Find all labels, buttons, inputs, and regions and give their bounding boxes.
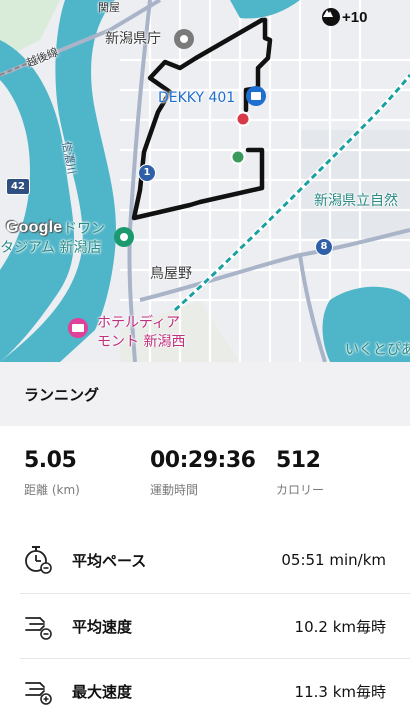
stat-distance-label: 距離 (km)	[24, 483, 80, 497]
map-label-hotel-1: ホテルディア	[97, 315, 181, 331]
map-label-art-museum: 新潟県立自然	[314, 193, 398, 209]
map-label-ikutopia: いくとぴあ	[345, 342, 410, 358]
stopwatch-icon	[22, 544, 54, 576]
summit-badge-value: +10	[342, 8, 368, 26]
google-logo: Google	[6, 219, 63, 236]
map-label-dekky: DEKKY 401	[158, 90, 236, 106]
stat-duration-value: 00:29:36	[150, 448, 256, 473]
stat-duration: 00:29:36 運動時間	[150, 448, 256, 498]
stat-calories-label: カロリー	[276, 483, 325, 497]
summit-badge[interactable]: +10	[322, 8, 367, 26]
metric-row-avg-speed: 平均速度 10.2 km毎時	[0, 594, 410, 658]
summary-stats: 5.05 距離 (km) 00:29:36 運動時間 512 カロリー	[0, 448, 410, 518]
map-label-hotel-2: モント 新潟西	[97, 334, 186, 350]
metric-value-avg-speed: 10.2 km毎時	[294, 617, 386, 636]
stat-calories-value: 512	[276, 448, 321, 473]
metric-label-avg-speed: 平均速度	[72, 617, 133, 636]
speed-max-icon	[22, 675, 54, 707]
metric-label-avg-pace: 平均ペース	[72, 551, 147, 570]
stat-distance-value: 5.05	[24, 448, 77, 473]
summit-icon	[322, 8, 340, 26]
map-label-prefectural-office: 新潟県庁	[105, 31, 161, 47]
metric-label-max-speed: 最大速度	[72, 682, 133, 701]
map-label-sekiya: 関屋	[98, 1, 120, 14]
metric-value-avg-pace: 05:51 min/km	[281, 551, 386, 569]
metric-value-max-speed: 11.3 km毎時	[294, 682, 386, 701]
route-shield-8: 8	[315, 238, 333, 256]
route-shield-42: 42	[6, 178, 30, 195]
speed-average-icon	[22, 610, 54, 642]
metric-row-max-speed: 最大速度 11.3 km毎時	[0, 659, 410, 723]
stat-calories: 512 カロリー	[276, 448, 324, 498]
map-label-toriyano: 鳥屋野	[150, 266, 192, 282]
activity-type-title: ランニング	[24, 385, 100, 404]
map-label-stadium-2: タジアム 新潟店	[0, 240, 102, 256]
map-canvas	[0, 0, 410, 362]
map-label-stadium-1: ドワン	[63, 221, 105, 237]
activity-header: ランニング	[0, 362, 410, 426]
stat-duration-label: 運動時間	[150, 483, 199, 497]
metric-row-avg-pace: 平均ペース 05:51 min/km	[0, 528, 410, 592]
stat-distance: 5.05 距離 (km)	[24, 448, 80, 498]
route-shield-1: 1	[138, 164, 156, 182]
route-map[interactable]: 関屋 新潟県庁 越後線 信濃川 DEKKY 401 新潟県立自然 ドワン タジア…	[0, 0, 410, 362]
